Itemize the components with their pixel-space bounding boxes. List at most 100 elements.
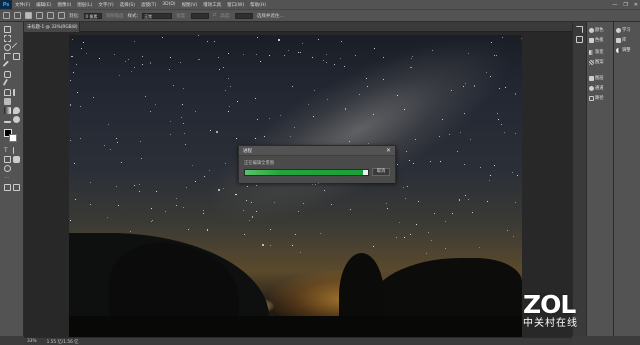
panel-color[interactable]: 颜色 (589, 26, 613, 34)
crop-tool-icon[interactable] (4, 53, 11, 60)
clone-stamp-icon[interactable] (4, 89, 11, 96)
feather-field[interactable]: 0 像素 (83, 12, 102, 19)
quick-mask-icon[interactable] (4, 184, 11, 191)
star (465, 194, 466, 196)
pen-tool-icon[interactable] (4, 116, 11, 123)
minimize-button[interactable]: — (612, 2, 617, 8)
menu-window[interactable]: 窗口(W) (224, 2, 247, 8)
star (473, 85, 476, 87)
background-color-swatch[interactable] (9, 134, 17, 142)
properties-icon[interactable] (576, 36, 583, 43)
marquee-tool-preset-icon[interactable] (14, 12, 21, 19)
menu-3d[interactable]: 3D(D) (159, 2, 178, 7)
star (133, 40, 135, 42)
menu-edit[interactable]: 编辑(E) (33, 2, 54, 8)
star (256, 36, 258, 38)
home-icon[interactable] (3, 12, 10, 19)
brush-tool-icon[interactable] (2, 78, 13, 89)
magic-wand-icon[interactable] (11, 42, 22, 53)
cancel-button[interactable]: 取消 (372, 168, 390, 176)
panel-paths[interactable]: 路径 (589, 94, 613, 102)
close-window-button[interactable]: ✕ (634, 2, 638, 8)
add-selection-icon[interactable] (36, 12, 43, 19)
canvas-area[interactable] (24, 32, 572, 338)
star (349, 208, 351, 211)
menu-file[interactable]: 文件(F) (12, 2, 33, 8)
width-field[interactable] (190, 12, 209, 19)
zoom-tool-icon[interactable] (4, 165, 11, 172)
star (224, 162, 226, 164)
menu-layer[interactable]: 图层(L) (74, 2, 95, 8)
star (344, 65, 345, 67)
star (366, 86, 368, 87)
document-info[interactable]: 1.55 亿/1.56 亿 (47, 339, 79, 345)
star (382, 56, 384, 58)
star (403, 109, 405, 110)
star (149, 62, 151, 64)
star (297, 210, 299, 212)
path-select-icon[interactable] (13, 147, 20, 154)
star (92, 96, 94, 98)
marquee-tool-icon[interactable] (4, 35, 11, 42)
panel-layers[interactable]: 图层 (589, 74, 613, 82)
swap-icon[interactable]: ⇄ (213, 13, 217, 18)
eraser-icon[interactable] (4, 98, 11, 105)
tab-document[interactable]: 未标题-1 @ 33%(RGB/8) * (24, 22, 80, 32)
star (85, 52, 87, 54)
height-field[interactable] (234, 12, 253, 19)
star (162, 36, 163, 38)
dodge-tool-icon[interactable] (13, 116, 20, 123)
blur-tool-icon[interactable] (13, 107, 20, 114)
style-select[interactable]: 正常 (142, 12, 173, 19)
star (129, 231, 131, 233)
lasso-tool-icon[interactable] (4, 44, 11, 51)
star (486, 71, 487, 73)
history-brush-icon[interactable] (13, 89, 20, 96)
menu-plugins[interactable]: 增效工具 (200, 2, 224, 8)
menu-view[interactable]: 视图(V) (179, 2, 201, 8)
panel-collapse-icon[interactable] (576, 26, 583, 33)
panel-column-2: 学习 库 调整 (613, 22, 640, 336)
close-icon[interactable]: ✕ (386, 147, 391, 154)
subtract-selection-icon[interactable] (47, 12, 54, 19)
star (248, 220, 250, 221)
panel-pattern[interactable]: 图案 (589, 58, 613, 66)
more-tools-icon[interactable]: … (4, 174, 11, 181)
panel-channels[interactable]: 通道 (589, 84, 613, 92)
type-tool-icon[interactable]: T (4, 147, 11, 154)
intersect-selection-icon[interactable] (58, 12, 65, 19)
rectangle-tool-icon[interactable] (4, 156, 11, 163)
frame-tool-icon[interactable] (13, 53, 20, 60)
star (396, 164, 398, 166)
refine-edge-button[interactable]: 选择并遮住... (257, 13, 284, 19)
panel-gradient[interactable]: 渐变 (589, 48, 613, 56)
gradient-tool-icon[interactable] (4, 107, 11, 114)
maximize-button[interactable]: ❐ (623, 2, 627, 8)
panel-learn[interactable]: 学习 (616, 26, 640, 34)
star (468, 53, 469, 54)
star (425, 253, 427, 254)
panel-adjustments[interactable]: 调整 (616, 46, 640, 54)
new-selection-icon[interactable] (25, 12, 32, 19)
menu-select[interactable]: 选择(S) (117, 2, 138, 8)
panel-layers-label: 图层 (595, 76, 604, 81)
star (138, 190, 140, 192)
panel-swatches[interactable]: 色板 (589, 36, 613, 44)
hand-tool-icon[interactable] (13, 156, 20, 163)
star (489, 179, 491, 181)
healing-brush-icon[interactable] (4, 71, 11, 78)
panel-library[interactable]: 库 (616, 36, 640, 44)
eyedropper-icon[interactable] (2, 60, 13, 71)
move-tool-icon[interactable] (4, 26, 11, 33)
menu-help[interactable]: 帮助(H) (247, 2, 269, 8)
star (251, 216, 254, 218)
star (440, 160, 442, 162)
zoom-level[interactable]: 33% (27, 339, 37, 344)
menu-type[interactable]: 文字(Y) (95, 2, 116, 8)
menu-image[interactable]: 图像(I) (54, 2, 74, 8)
antialias-checkbox[interactable]: 消除锯齿 (106, 13, 124, 19)
star (464, 82, 466, 84)
menu-filter[interactable]: 滤镜(T) (138, 2, 159, 8)
screen-mode-icon[interactable] (13, 184, 20, 191)
panel-swatches-label: 色板 (595, 38, 604, 43)
